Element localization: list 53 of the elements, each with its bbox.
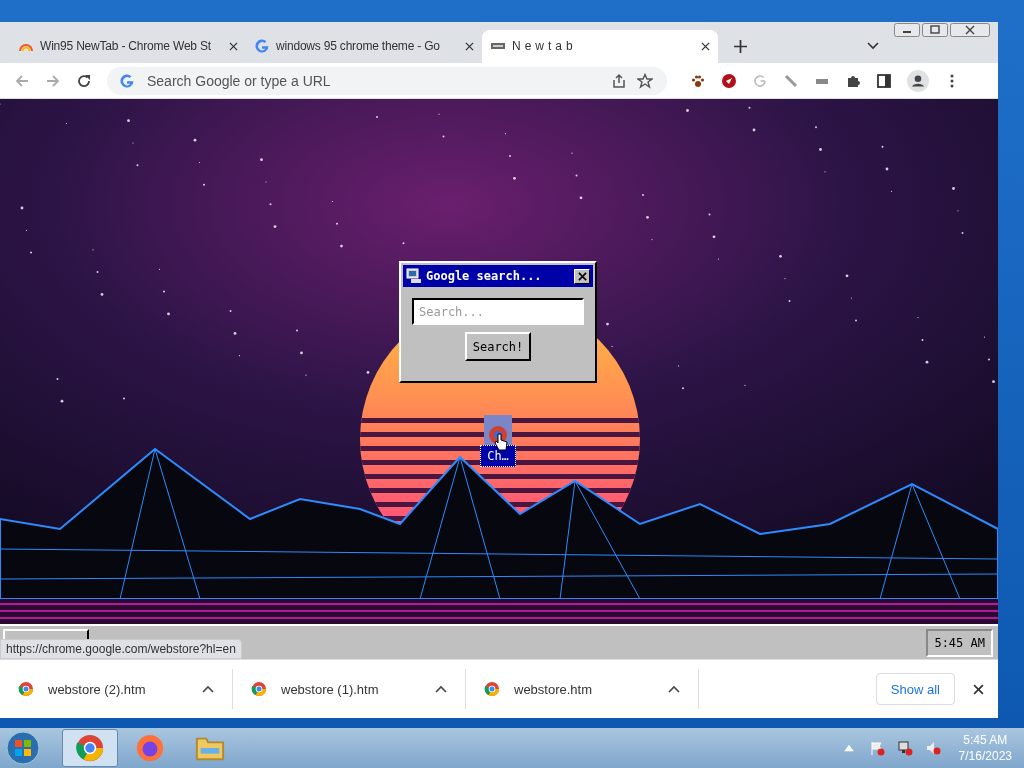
show-all-button[interactable]: Show all [875,673,955,706]
minimize-icon[interactable] [894,23,920,37]
status-url-tooltip: https://chrome.google.com/webstore?hl=en [0,639,242,660]
browser-tab[interactable]: Newtab [482,29,718,63]
google-icon [119,72,135,89]
star-icon[interactable] [637,72,653,89]
hand-cursor-icon [494,433,508,452]
browser-tab[interactable]: windows 95 chrome theme - Go [246,29,482,63]
new-tab-icon[interactable] [734,39,747,53]
search-button[interactable]: Search! [464,332,532,362]
google-icon [254,38,270,55]
share-icon[interactable] [611,72,627,89]
dialog-title: Google search... [426,269,543,284]
chevron-down-icon[interactable] [867,41,879,50]
shortcut-label[interactable]: Ch… [480,445,516,468]
chevron-up-icon[interactable] [435,685,447,694]
chevron-up-icon[interactable] [202,685,214,694]
download-item[interactable]: webstore (2).htm [0,669,233,710]
search-field[interactable]: Search... [412,298,584,326]
pencil-icon[interactable] [783,72,799,89]
chrome-icon [484,415,512,446]
paw-icon[interactable] [690,72,706,89]
taskbar-time: 5:45 AM [963,732,1008,748]
taskbar-app[interactable] [62,729,118,767]
browser-tab[interactable]: Win95 NewTab - Chrome Web St [10,29,246,63]
firefox-icon [135,733,165,763]
address-field[interactable]: Search Google or type a URL [145,71,601,90]
close-button[interactable] [574,268,590,284]
chrome-icon [251,681,267,698]
side-panel-icon[interactable] [876,72,892,89]
close-icon[interactable] [950,23,990,37]
chrome-icon [18,681,34,698]
close-icon[interactable] [229,41,238,51]
chevron-up-icon[interactable] [668,685,680,694]
computer-icon [406,268,422,285]
taskbar-date: 7/16/2023 [958,748,1012,764]
clock: 5:45 AM [926,628,993,657]
close-icon[interactable] [465,41,474,51]
download-item[interactable]: webstore.htm [466,669,699,710]
reload-icon[interactable] [76,72,92,89]
chrome-icon [75,733,105,763]
extension-icon[interactable] [721,72,737,89]
close-icon[interactable] [701,41,710,51]
download-item[interactable]: webstore (1).htm [233,669,466,710]
network-icon[interactable] [896,740,913,756]
close-icon[interactable] [973,683,984,695]
maximize-icon[interactable] [922,23,948,37]
chrome-icon [484,681,500,698]
address-bar[interactable]: Search Google or type a URL [107,66,667,95]
speaker-icon[interactable] [924,740,941,756]
profile-icon[interactable] [907,69,929,92]
flag-icon[interactable] [868,740,885,756]
start-orb-icon[interactable] [6,731,40,765]
